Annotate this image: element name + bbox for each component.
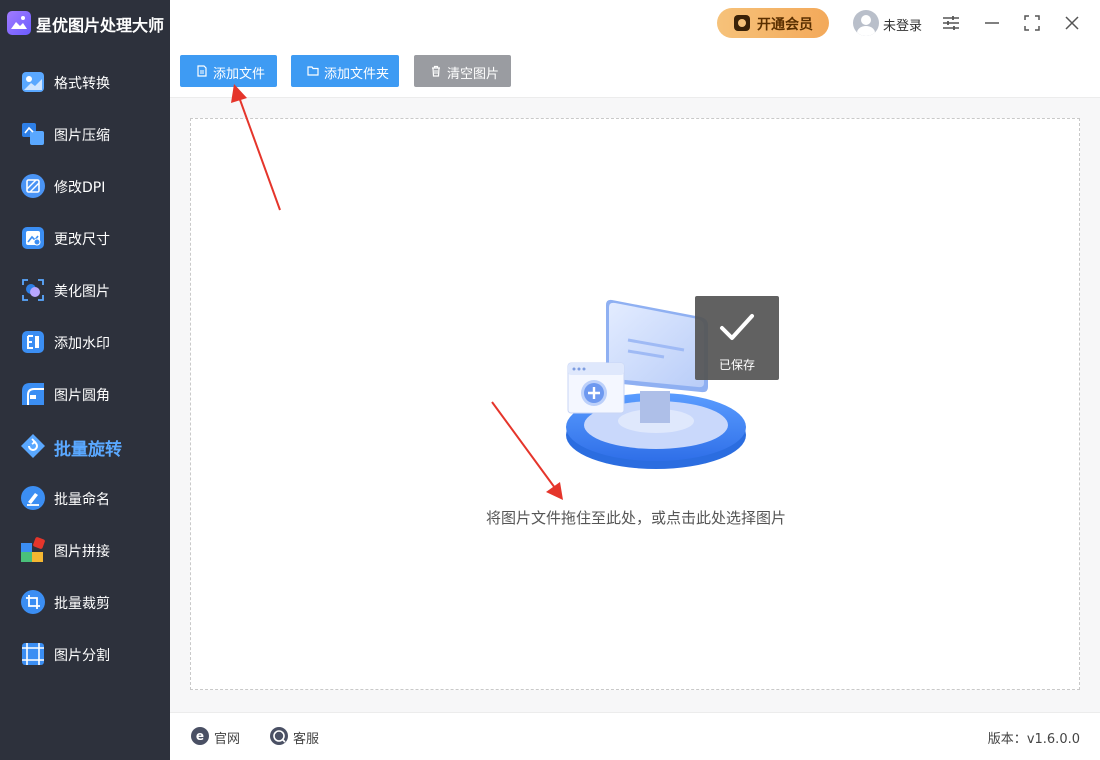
format-convert-icon <box>20 69 46 95</box>
sidebar-item-split[interactable]: 图片分割 <box>0 628 170 680</box>
checkmark-icon <box>717 310 757 346</box>
clear-images-button[interactable]: 清空图片 <box>414 55 511 87</box>
main-area: 将图片文件拖住至此处，或点击此处选择图片 <box>170 98 1100 712</box>
title-bar: 开通会员 未登录 <box>170 0 1100 46</box>
sidebar-item-batch-rename[interactable]: 批量命名 <box>0 472 170 524</box>
drop-hint-text: 将图片文件拖住至此处，或点击此处选择图片 <box>485 509 786 527</box>
saved-toast-label: 已保存 <box>718 358 755 372</box>
sidebar-item-watermark[interactable]: 添加水印 <box>0 316 170 368</box>
settings-sliders-icon[interactable] <box>939 11 963 35</box>
sidebar-item-image-compress[interactable]: 图片压缩 <box>0 108 170 160</box>
vip-badge-icon <box>734 15 750 31</box>
sidebar-item-resize[interactable]: 更改尺寸 <box>0 212 170 264</box>
sidebar-item-label: 修改DPI <box>54 180 106 196</box>
sidebar-item-label: 批量裁剪 <box>54 596 110 612</box>
sidebar-item-label: 图片拼接 <box>54 544 110 560</box>
support-label: 客服 <box>293 732 320 747</box>
file-icon <box>196 65 208 77</box>
folder-icon <box>307 65 319 77</box>
chat-support-icon <box>269 726 289 746</box>
website-label: 官网 <box>214 732 241 747</box>
resize-icon <box>20 225 46 251</box>
sidebar-item-label: 美化图片 <box>54 284 110 300</box>
maximize-icon[interactable] <box>1020 11 1044 35</box>
sidebar-item-label: 格式转换 <box>54 76 110 92</box>
svg-text:e: e <box>196 729 204 743</box>
toolbar: 添加文件 添加文件夹 清空图片 <box>170 46 1100 98</box>
version-value: v1.6.0.0 <box>1026 732 1080 747</box>
sidebar-item-label: 批量旋转 <box>54 440 122 460</box>
split-icon <box>20 641 46 667</box>
browser-e-icon: e <box>190 726 210 746</box>
trash-icon <box>430 65 442 77</box>
round-corner-icon <box>20 381 46 407</box>
version-label: 版本： <box>987 732 1027 747</box>
watermark-icon <box>20 329 46 355</box>
app-title: 星优图片处理大师 <box>36 16 165 35</box>
sidebar-item-label: 图片压缩 <box>54 128 110 144</box>
vip-button[interactable]: 开通会员 <box>717 8 829 38</box>
app-logo-icon <box>7 11 31 35</box>
image-compress-icon <box>20 121 46 147</box>
sidebar-item-label: 更改尺寸 <box>54 232 110 248</box>
version-info: 版本：v1.6.0.0 <box>988 728 1080 747</box>
app-brand: 星优图片处理大师 <box>0 0 170 46</box>
stitch-icon <box>20 537 46 563</box>
vip-button-label: 开通会员 <box>757 17 813 33</box>
sidebar-nav: 格式转换 图片压缩 修改DPI 更改尺寸 美化图片 添加水印 图片圆角 批量旋转… <box>0 56 170 680</box>
sidebar-item-batch-rotate[interactable]: 批量旋转 <box>0 420 170 472</box>
saved-toast: 已保存 <box>695 296 779 380</box>
avatar <box>853 10 879 36</box>
sidebar-item-label: 批量命名 <box>54 492 110 508</box>
close-icon[interactable] <box>1060 11 1084 35</box>
beautify-icon <box>20 277 46 303</box>
add-folder-label: 添加文件夹 <box>324 67 390 82</box>
crop-icon <box>20 589 46 615</box>
rename-icon <box>20 485 46 511</box>
sidebar-item-label: 图片分割 <box>54 648 110 664</box>
sidebar-item-beautify[interactable]: 美化图片 <box>0 264 170 316</box>
add-file-label: 添加文件 <box>213 67 266 82</box>
status-bar: e 官网 客服 版本：v1.6.0.0 <box>170 712 1100 760</box>
dpi-icon <box>20 173 46 199</box>
file-drop-zone[interactable]: 将图片文件拖住至此处，或点击此处选择图片 <box>190 118 1080 690</box>
sidebar-item-batch-crop[interactable]: 批量裁剪 <box>0 576 170 628</box>
sidebar: 星优图片处理大师 格式转换 图片压缩 修改DPI 更改尺寸 美化图片 添加水印 … <box>0 0 170 760</box>
user-status-label: 未登录 <box>883 19 923 34</box>
sidebar-item-label: 添加水印 <box>54 336 110 352</box>
sidebar-item-label: 图片圆角 <box>54 388 110 404</box>
sidebar-item-round-corner[interactable]: 图片圆角 <box>0 368 170 420</box>
sidebar-item-dpi[interactable]: 修改DPI <box>0 160 170 212</box>
minimize-icon[interactable] <box>980 11 1004 35</box>
clear-images-label: 清空图片 <box>447 67 500 82</box>
add-file-button[interactable]: 添加文件 <box>180 55 277 87</box>
add-folder-button[interactable]: 添加文件夹 <box>291 55 399 87</box>
rotate-icon <box>20 433 46 459</box>
sidebar-item-stitch[interactable]: 图片拼接 <box>0 524 170 576</box>
sidebar-item-format-convert[interactable]: 格式转换 <box>0 56 170 108</box>
